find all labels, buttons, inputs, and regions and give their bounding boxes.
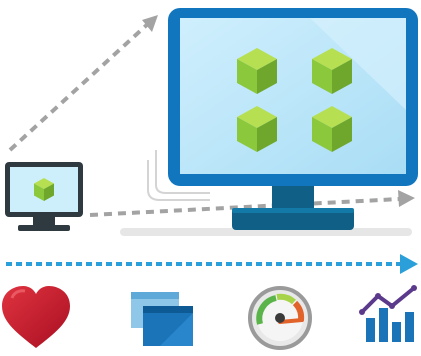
bar-chart-icon	[359, 285, 417, 342]
illustration-canvas	[2, 8, 418, 350]
heart-icon	[2, 286, 70, 348]
gauge-icon	[248, 286, 312, 350]
progress-arrow	[6, 254, 418, 274]
small-monitor	[5, 162, 83, 231]
scale-up-arrow	[8, 15, 158, 152]
scale-illustration	[0, 0, 421, 356]
large-monitor	[168, 8, 418, 230]
windows-icon	[131, 292, 193, 346]
